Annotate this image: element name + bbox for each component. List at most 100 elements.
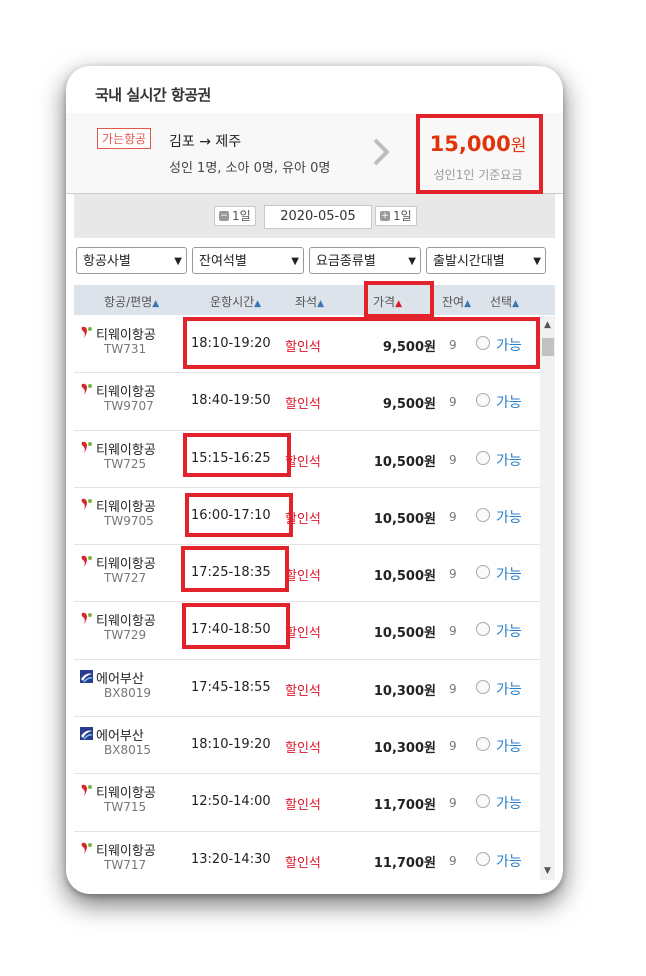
flight-row[interactable]: 티웨이항공 TW715 12:50-14:00 할인석 11,700원 9 가능 bbox=[74, 774, 540, 832]
airline-name: 티웨이항공 bbox=[96, 499, 156, 515]
seat-class: 할인석 bbox=[285, 626, 321, 642]
flight-row[interactable]: 에어부산 BX8015 18:10-19:20 할인석 10,300원 9 가능 bbox=[74, 717, 540, 775]
scrollbar-thumb[interactable] bbox=[542, 338, 554, 356]
col-select[interactable]: 선택▲ bbox=[490, 293, 519, 310]
col-time[interactable]: 운항시간▲ bbox=[210, 293, 261, 310]
airline-filter-select[interactable]: 항공사별 ▼ bbox=[76, 247, 187, 274]
date-input[interactable]: 2020-05-05 bbox=[264, 205, 372, 229]
select-radio[interactable] bbox=[476, 679, 490, 694]
select-radio[interactable] bbox=[476, 794, 490, 809]
select-link[interactable]: 가능 bbox=[496, 621, 522, 641]
sort-asc-icon: ▲ bbox=[254, 299, 262, 309]
select-link[interactable]: 가능 bbox=[496, 736, 522, 756]
select-link[interactable]: 가능 bbox=[496, 851, 522, 871]
seats-remaining: 9 bbox=[449, 567, 457, 582]
flight-row[interactable]: 티웨이항공 TW9705 16:00-17:10 할인석 10,500원 9 가능 bbox=[74, 488, 540, 546]
fare: 10,500원 bbox=[373, 626, 436, 642]
select-link[interactable]: 가능 bbox=[496, 564, 522, 584]
flight-time: 18:10-19:20 bbox=[191, 737, 271, 753]
seat-class: 할인석 bbox=[285, 397, 321, 413]
fare: 10,500원 bbox=[373, 569, 436, 585]
flight-row[interactable]: 티웨이항공 TW727 17:25-18:35 할인석 10,500원 9 가능 bbox=[74, 545, 540, 603]
select-radio[interactable] bbox=[476, 622, 490, 637]
next-day-button[interactable]: +1일 bbox=[375, 206, 417, 226]
select-link[interactable]: 가능 bbox=[496, 335, 522, 355]
col-price[interactable]: 가격▲ bbox=[373, 293, 402, 310]
scroll-up-icon[interactable]: ▲ bbox=[540, 318, 555, 332]
flight-row[interactable]: 티웨이항공 TW729 17:40-18:50 할인석 10,500원 9 가능 bbox=[74, 602, 540, 660]
fare: 9,500원 bbox=[382, 397, 436, 413]
chevron-down-icon: ▼ bbox=[174, 256, 182, 267]
tway-logo-icon bbox=[81, 785, 92, 797]
scrollbar[interactable]: ▲ ▼ bbox=[540, 316, 555, 880]
flight-time: 16:00-17:10 bbox=[191, 507, 271, 523]
sort-asc-icon: ▲ bbox=[317, 299, 325, 309]
select-radio[interactable] bbox=[476, 393, 490, 408]
fare: 10,500원 bbox=[373, 511, 436, 527]
select-link[interactable]: 가능 bbox=[496, 392, 522, 412]
seats-remaining: 9 bbox=[449, 796, 457, 811]
base-price: 15,000원 bbox=[429, 132, 527, 156]
col-seat[interactable]: 좌석▲ bbox=[295, 293, 324, 310]
sort-active-icon: ▲ bbox=[395, 299, 403, 309]
seats-filter-select[interactable]: 잔여석별 ▼ bbox=[192, 247, 304, 274]
route-summary: 가는항공 김포 → 제주 성인 1명, 소아 0명, 유아 0명 15,000원… bbox=[66, 113, 563, 194]
airbusan-logo-icon bbox=[80, 727, 93, 741]
flight-number: BX8015 bbox=[104, 743, 151, 758]
flight-row[interactable]: 티웨이항공 TW9707 18:40-19:50 할인석 9,500원 9 가능 bbox=[74, 373, 540, 431]
seat-class: 할인석 bbox=[285, 683, 321, 699]
plus-icon: + bbox=[380, 211, 390, 221]
airline-name: 티웨이항공 bbox=[96, 843, 156, 859]
table-header: 항공/편명▲ 운항시간▲ 좌석▲ 가격▲ 잔여▲ 선택▲ bbox=[74, 285, 555, 315]
seat-class: 할인석 bbox=[285, 798, 321, 814]
select-link[interactable]: 가능 bbox=[496, 793, 522, 813]
seats-remaining: 9 bbox=[449, 509, 457, 524]
col-remaining[interactable]: 잔여▲ bbox=[442, 293, 471, 310]
seats-remaining: 9 bbox=[449, 853, 457, 868]
fare-type-filter-select[interactable]: 요금종류별 ▼ bbox=[309, 247, 421, 274]
flight-row[interactable]: 티웨이항공 TW717 13:20-14:30 할인석 11,700원 9 가능 bbox=[74, 832, 540, 880]
chevron-down-icon: ▼ bbox=[533, 256, 541, 267]
flight-row[interactable]: 티웨이항공 TW725 15:15-16:25 할인석 10,500원 9 가능 bbox=[74, 431, 540, 488]
flight-time: 18:10-19:20 bbox=[191, 336, 271, 351]
chevron-down-icon: ▼ bbox=[408, 256, 416, 267]
departure-time-filter-select[interactable]: 출발시간대별 ▼ bbox=[426, 247, 546, 274]
flight-time: 15:15-16:25 bbox=[191, 450, 271, 466]
select-link[interactable]: 가능 bbox=[496, 679, 522, 699]
title-bar: 국내 실시간 항공권 bbox=[66, 66, 563, 114]
scroll-down-icon[interactable]: ▼ bbox=[540, 864, 555, 878]
select-radio[interactable] bbox=[476, 507, 490, 522]
col-airline[interactable]: 항공/편명▲ bbox=[104, 293, 159, 310]
fare: 10,300원 bbox=[373, 683, 436, 699]
tway-logo-icon bbox=[81, 498, 92, 510]
airline-name: 티웨이항공 bbox=[96, 442, 156, 458]
route-text: 김포 → 제주 bbox=[169, 134, 242, 150]
seats-remaining: 9 bbox=[449, 624, 457, 639]
select-link[interactable]: 가능 bbox=[496, 450, 522, 470]
date-navigator: −1일 2020-05-05 +1일 bbox=[74, 194, 555, 238]
direction-badge: 가는항공 bbox=[97, 128, 152, 149]
tway-logo-icon bbox=[81, 384, 92, 396]
select-radio[interactable] bbox=[476, 450, 490, 465]
select-radio[interactable] bbox=[476, 565, 490, 580]
base-price-note: 성인1인 기준요금 bbox=[433, 168, 523, 182]
select-radio[interactable] bbox=[476, 737, 490, 752]
flight-row[interactable]: 에어부산 BX8019 17:45-18:55 할인석 10,300원 9 가능 bbox=[74, 660, 540, 718]
seat-class: 할인석 bbox=[285, 741, 321, 757]
flight-time: 17:25-18:35 bbox=[191, 565, 271, 581]
select-link[interactable]: 가능 bbox=[496, 507, 522, 527]
prev-day-button[interactable]: −1일 bbox=[214, 206, 256, 226]
select-radio[interactable] bbox=[476, 851, 490, 866]
fare: 10,500원 bbox=[373, 454, 436, 470]
base-price-box: 15,000원 성인1인 기준요금 bbox=[418, 116, 538, 186]
flight-row[interactable]: 티웨이항공 TW731 18:10-19:20 할인석 9,500원 9 가능 bbox=[74, 316, 540, 374]
tway-logo-icon bbox=[81, 555, 92, 568]
airline-name: 티웨이항공 bbox=[96, 614, 156, 630]
seat-class: 할인석 bbox=[285, 511, 321, 527]
seats-remaining: 9 bbox=[449, 681, 457, 696]
flight-number: TW9705 bbox=[104, 513, 154, 528]
chevron-right-icon[interactable] bbox=[372, 137, 390, 167]
airline-name: 티웨이항공 bbox=[96, 786, 156, 802]
flight-number: TW715 bbox=[104, 800, 147, 815]
select-radio[interactable] bbox=[476, 336, 490, 350]
